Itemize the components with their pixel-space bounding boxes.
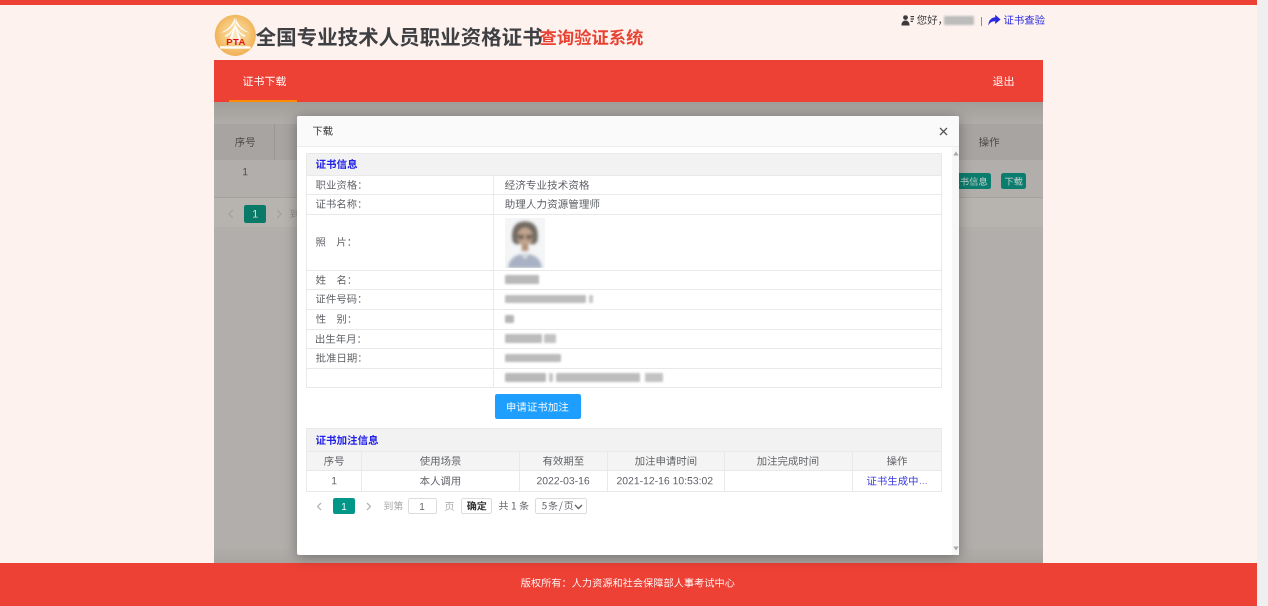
- svg-text:PTA: PTA: [226, 36, 246, 47]
